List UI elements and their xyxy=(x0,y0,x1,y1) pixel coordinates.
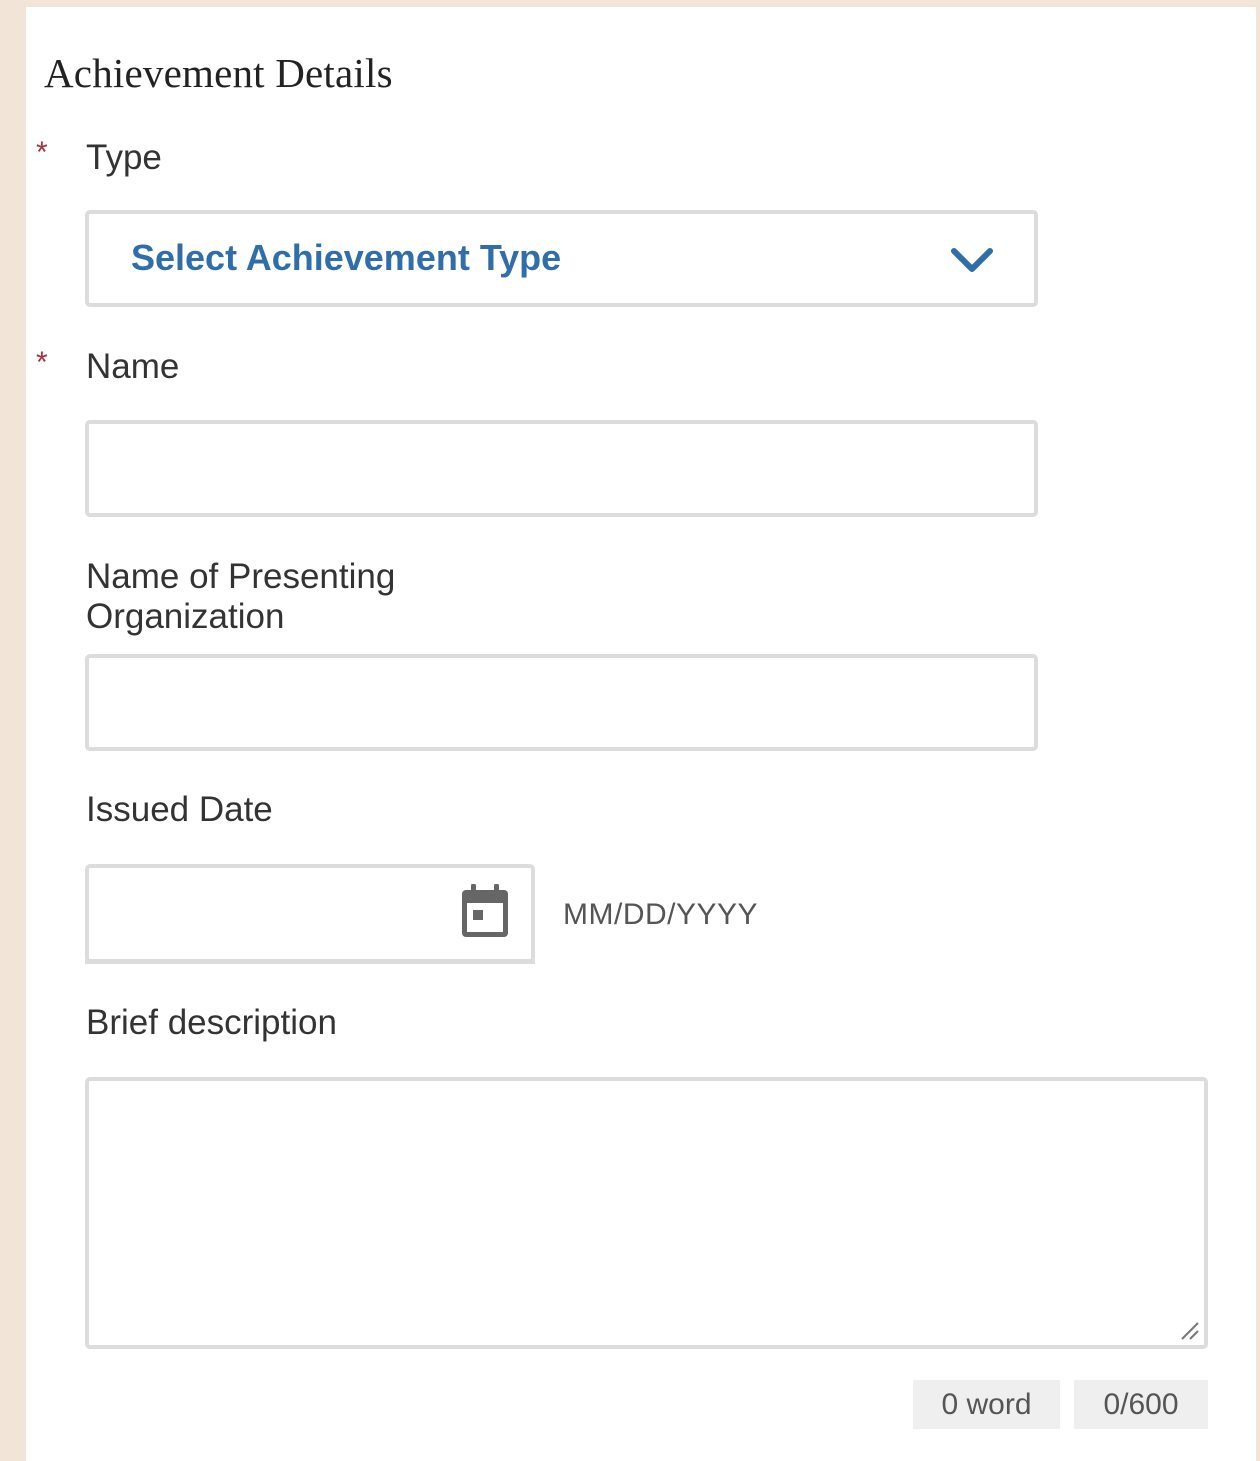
date-underline xyxy=(85,960,535,964)
section-title: Achievement Details xyxy=(44,50,393,96)
resize-handle-icon[interactable] xyxy=(1178,1319,1200,1341)
name-input[interactable] xyxy=(89,424,1034,513)
description-label: Brief description xyxy=(86,1003,337,1042)
calendar-icon[interactable] xyxy=(459,884,511,940)
description-textarea[interactable] xyxy=(89,1081,1204,1345)
name-field-box xyxy=(85,420,1038,517)
issued-date-label: Issued Date xyxy=(86,790,273,829)
chevron-down-icon xyxy=(951,248,993,272)
word-count-badge: 0 word xyxy=(913,1380,1060,1429)
organization-field-box xyxy=(85,654,1038,751)
type-label: Type xyxy=(86,138,162,177)
date-format-hint: MM/DD/YYYY xyxy=(563,898,759,931)
name-label: Name xyxy=(86,347,180,386)
achievement-type-select[interactable]: Select Achievement Type xyxy=(85,210,1038,307)
issued-date-field-box xyxy=(85,864,535,963)
organization-input[interactable] xyxy=(89,658,1034,747)
name-required-marker: * xyxy=(36,346,48,379)
character-count-badge: 0/600 xyxy=(1074,1380,1208,1429)
achievement-details-panel: Achievement Details * Type Select Achiev… xyxy=(26,7,1256,1461)
type-required-marker: * xyxy=(36,136,48,169)
description-field-box xyxy=(85,1077,1208,1349)
achievement-type-selected-value: Select Achievement Type xyxy=(131,237,562,278)
organization-label: Name of Presenting Organization xyxy=(86,557,396,636)
